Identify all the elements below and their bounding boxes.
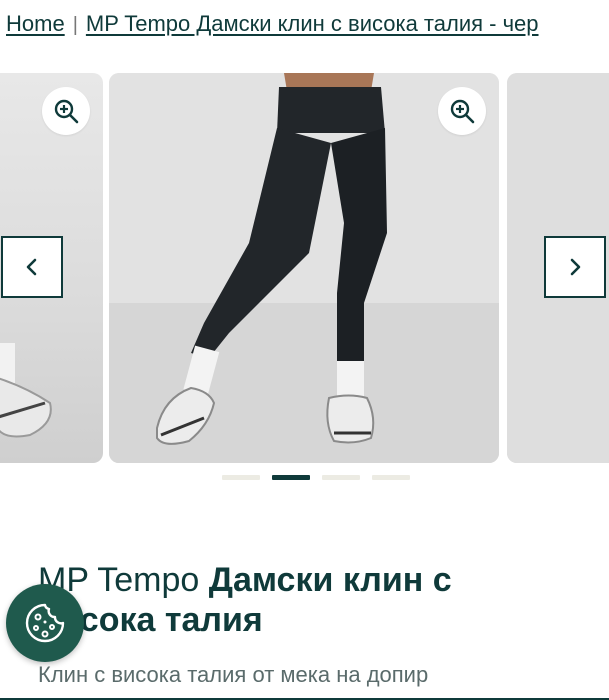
breadcrumb-home-link[interactable]: Home xyxy=(6,11,65,36)
zoom-button-current[interactable] xyxy=(438,87,486,135)
chevron-left-icon xyxy=(26,258,37,276)
gallery-slide-current[interactable] xyxy=(109,73,499,463)
cookie-icon xyxy=(25,603,65,643)
product-gallery xyxy=(0,73,609,463)
gallery-prev-button[interactable] xyxy=(1,236,63,298)
product-title: MP Tempo Дамски клин с висока талия xyxy=(38,560,558,640)
gallery-pagination xyxy=(222,475,410,480)
pagination-dot-active[interactable] xyxy=(272,475,310,480)
breadcrumb: Home | MP Tempo Дамски клин с висока талия… xyxy=(6,8,609,41)
gallery-next-button[interactable] xyxy=(544,236,606,298)
product-subtitle: Клин с висока талия от мека на допир xyxy=(38,662,429,687)
pagination-dot[interactable] xyxy=(322,475,360,480)
zoom-in-icon xyxy=(450,99,475,124)
zoom-button-previous[interactable] xyxy=(42,87,90,135)
product-name-line1: Дамски клин с xyxy=(208,561,452,599)
pagination-dot[interactable] xyxy=(372,475,410,480)
pagination-dot[interactable] xyxy=(222,475,260,480)
breadcrumb-separator: | xyxy=(72,14,78,36)
breadcrumb-current-link[interactable]: MP Tempo Дамски клин с висока талия - че… xyxy=(86,11,539,36)
zoom-in-icon xyxy=(54,99,79,124)
chevron-right-icon xyxy=(570,258,581,276)
cookie-settings-button[interactable] xyxy=(6,584,84,662)
product-photo-leggings xyxy=(109,73,499,463)
